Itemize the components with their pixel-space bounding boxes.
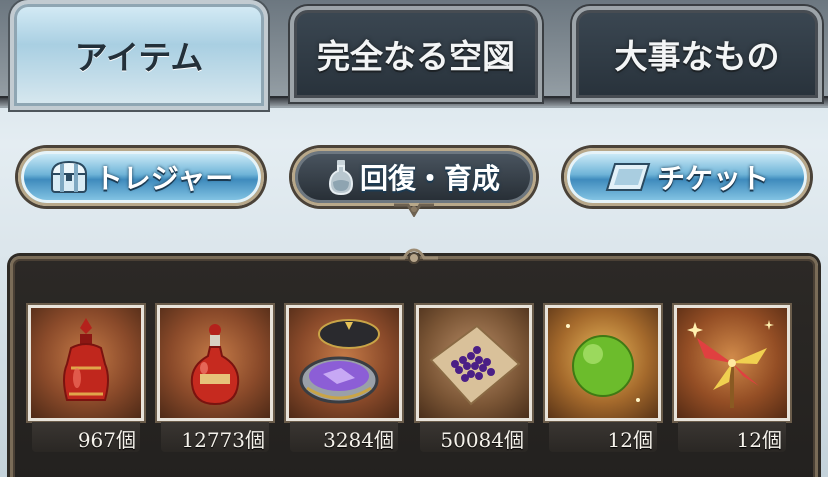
item-count: 967個 <box>77 428 136 452</box>
golden-pinwheel-icon <box>687 320 774 408</box>
item-count: 12773個 <box>181 428 265 452</box>
filter-recovery-label: 回復・育成 <box>359 162 500 195</box>
soul-seed-tin-icon <box>299 319 380 404</box>
ticket-icon <box>605 162 651 192</box>
item-frame <box>674 305 790 421</box>
purple-berries-cloth-icon <box>429 324 521 406</box>
item-count: 12個 <box>736 428 782 452</box>
potion-bottle-icon <box>328 158 354 196</box>
inventory-item[interactable]: 3284個 <box>286 305 402 455</box>
tab-key-items-label: 大事なもの <box>614 37 780 76</box>
tab-sky-map-label: 完全なる空図 <box>317 37 515 76</box>
inventory-item[interactable]: 50084個 <box>416 305 532 455</box>
tab-items[interactable]: アイテム <box>10 0 268 110</box>
treasure-chest-icon <box>49 160 89 194</box>
green-orb-icon <box>566 324 640 402</box>
item-frame <box>545 305 661 421</box>
item-count: 12個 <box>607 428 653 452</box>
filter-treasure-button[interactable]: トレジャー <box>18 148 264 206</box>
item-frame <box>157 305 273 421</box>
tab-sky-map[interactable]: 完全なる空図 <box>290 6 542 102</box>
inventory-item[interactable]: 967個 <box>28 305 144 455</box>
tab-items-label: アイテム <box>74 38 204 77</box>
tab-key-items[interactable]: 大事なもの <box>572 6 822 102</box>
large-red-elixir-icon <box>63 318 109 401</box>
item-count: 50084個 <box>440 428 524 452</box>
filter-ticket-button[interactable]: チケット <box>564 148 810 206</box>
filter-recovery-button[interactable]: 回復・育成 <box>292 148 536 206</box>
inventory-item[interactable]: 12773個 <box>157 305 273 455</box>
panel-ornament-icon <box>390 248 438 264</box>
filter-ornament-icon <box>394 203 434 217</box>
inventory-item[interactable]: 12個 <box>545 305 661 455</box>
item-frame <box>28 305 144 421</box>
item-count: 3284個 <box>323 428 394 452</box>
inventory-item[interactable]: 12個 <box>674 305 790 455</box>
item-frame <box>416 305 532 421</box>
filter-treasure-label: トレジャー <box>94 162 234 195</box>
red-potion-icon <box>190 324 240 406</box>
item-frame <box>286 305 402 421</box>
filter-ticket-label: チケット <box>656 162 769 195</box>
